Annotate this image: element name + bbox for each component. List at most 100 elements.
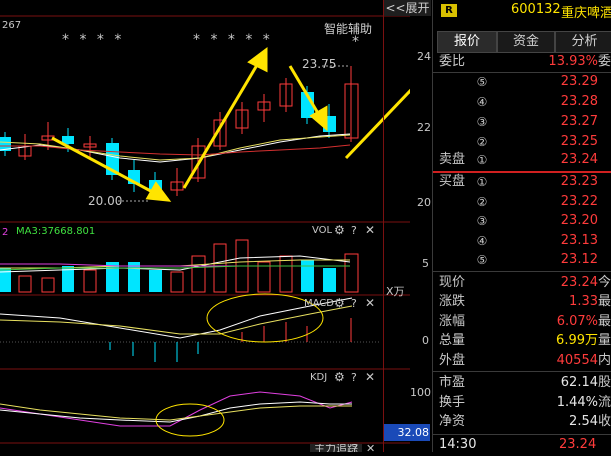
price-axis: <<展开 24 22 20 5 X万 0 100 32.08 — [383, 0, 431, 452]
macd-help-icon[interactable]: ? — [351, 297, 357, 310]
stock-code: 600132 — [511, 2, 561, 17]
buy-level-1-num: ① — [476, 175, 488, 189]
vol-bar-16 — [323, 268, 336, 292]
stat-open-label: 今开 — [597, 275, 611, 290]
buy-level-2-num: ② — [476, 195, 488, 209]
stat-price-value: 23.24 — [560, 275, 598, 290]
stat-volume-label: 总量 — [439, 333, 466, 348]
quote-panel: R 600132 重庆啤酒 报价 资金 分析 委比 13.93% 委差 ⑤ 23… — [432, 0, 611, 452]
macd-dea-yellow — [0, 305, 353, 335]
axis-tick-24: 24 — [417, 50, 431, 63]
top-left-label: 267 — [2, 20, 22, 31]
vol-bar-15 — [301, 260, 314, 292]
kdj-help-icon[interactable]: ? — [351, 371, 357, 384]
buy-level-2[interactable]: ② 23.22 — [433, 192, 611, 212]
divider — [433, 434, 611, 435]
vol-close-icon[interactable]: ✕ — [365, 223, 375, 237]
stat-high-label: 最高 — [597, 294, 611, 309]
macd-close-icon[interactable]: ✕ — [365, 296, 375, 310]
macd-axis-tick: 0 — [422, 334, 429, 347]
buy-level-5[interactable]: ⑤ 23.12 — [433, 250, 611, 270]
sell-level-5-num: ⑤ — [476, 75, 488, 89]
macd-title: MACD — [304, 298, 334, 309]
vol-bar-2 — [18, 275, 32, 293]
stat-pct-value: 6.07% — [556, 314, 598, 329]
tab-quote[interactable]: 报价 — [437, 31, 497, 53]
buy-level-5-num: ⑤ — [476, 253, 488, 267]
vol-left-label: 2 — [2, 227, 9, 238]
buy-level-3-num: ③ — [476, 214, 488, 228]
vol-bar-10 — [191, 255, 206, 293]
buy-level-4-price: 23.13 — [560, 233, 598, 248]
buy-level-1-price: 23.23 — [560, 174, 598, 189]
stat-turnover-label: 换手 — [439, 395, 466, 410]
kline-chart-area[interactable]: 267 * * * * * * * * * 智能辅助 * 23.75 20.00… — [0, 0, 439, 455]
bottom-help-icon[interactable]: ? — [352, 442, 358, 455]
sell-level-4-price: 23.28 — [560, 94, 598, 109]
arrow-up-middle-head — [247, 47, 268, 73]
sell-level-1[interactable]: 卖盘 ① 23.24 — [433, 150, 611, 170]
buy-label: 买盘 — [439, 174, 466, 189]
buy-level-2-price: 23.22 — [560, 194, 598, 209]
sell-level-3[interactable]: ③ 23.27 — [433, 112, 611, 132]
buy-level-4[interactable]: ④ 23.13 — [433, 231, 611, 251]
divider — [433, 371, 611, 372]
stat-float-label: 流通 — [597, 395, 611, 410]
sell-level-1-price: 23.24 — [560, 152, 598, 167]
vol-gear-icon[interactable]: ⚙ — [334, 223, 345, 237]
stat-netasset-label: 净资 — [439, 414, 466, 429]
webi-value: 13.93% — [548, 54, 598, 69]
annotation-arrows — [51, 47, 439, 202]
sell-level-1-num: ① — [476, 153, 488, 167]
vol-bar-14 — [279, 255, 293, 293]
tab-funds[interactable]: 资金 — [497, 31, 555, 53]
stat-change-label: 涨跌 — [439, 294, 466, 309]
macd-gear-icon[interactable]: ⚙ — [334, 296, 345, 310]
tick-price: 23.24 — [559, 437, 597, 452]
sell-level-5[interactable]: ⑤ 23.29 — [433, 72, 611, 92]
buy-level-4-num: ④ — [476, 234, 488, 248]
extra-star: * — [352, 34, 359, 50]
tab-analysis[interactable]: 分析 — [555, 31, 611, 53]
stat-pe-value: 62.14 — [560, 375, 598, 390]
stat-inner-label: 内盘 — [597, 353, 611, 368]
stat-row-pe: 市盈 62.14 股本 — [433, 373, 611, 393]
sell-level-3-num: ③ — [476, 115, 488, 129]
webi-row: 委比 13.93% 委差 — [433, 52, 611, 72]
sell-level-3-price: 23.27 — [560, 114, 598, 129]
stat-volratio-label: 量比 — [597, 333, 611, 348]
smart-assist-label[interactable]: 智能辅助 — [324, 20, 372, 37]
arrow-down-right-head — [309, 105, 328, 132]
kdj-value-box: 32.08 — [384, 424, 430, 441]
stat-low-label: 最低 — [597, 314, 611, 329]
stars-left: * * * * — [62, 32, 125, 48]
buy-level-3[interactable]: ③ 23.20 — [433, 211, 611, 231]
kdj-title: KDJ — [310, 372, 328, 383]
kdj-gear-icon[interactable]: ⚙ — [334, 370, 345, 384]
vol-ma3-label: MA3:37668.801 — [16, 226, 96, 237]
webi-label: 委比 — [439, 54, 466, 69]
bottom-close-icon[interactable]: ✕ — [366, 442, 375, 455]
weicha-label: 委差 — [597, 54, 611, 69]
stat-outer-value: 40554 — [556, 353, 598, 368]
buy-level-1[interactable]: 买盘 ① 23.23 — [433, 172, 611, 192]
vol-bar-5 — [83, 269, 97, 293]
sell-level-5-price: 23.29 — [560, 74, 598, 89]
sell-level-2[interactable]: ② 23.25 — [433, 132, 611, 152]
tick-time: 14:30 — [439, 437, 477, 452]
vol-title: VOL — [312, 225, 333, 236]
stars-right: * * * * * — [193, 32, 273, 48]
stat-row-turnover: 换手 1.44% 流通 — [433, 393, 611, 413]
axis-tick-22: 22 — [417, 121, 431, 134]
price-candles — [0, 66, 359, 200]
expand-button[interactable]: <<展开 — [384, 0, 431, 16]
low-price-label: 20.00 — [88, 194, 123, 208]
stat-row-netasset: 净资 2.54 收益 — [433, 412, 611, 432]
axis-tick-20: 20 — [417, 196, 431, 209]
sell-level-2-num: ② — [476, 135, 488, 149]
buy-level-3-price: 23.20 — [560, 213, 598, 228]
sell-level-4[interactable]: ④ 23.28 — [433, 92, 611, 112]
kdj-close-icon[interactable]: ✕ — [365, 370, 375, 384]
vol-axis-tick: 5 — [422, 257, 429, 270]
vol-help-icon[interactable]: ? — [351, 224, 357, 237]
